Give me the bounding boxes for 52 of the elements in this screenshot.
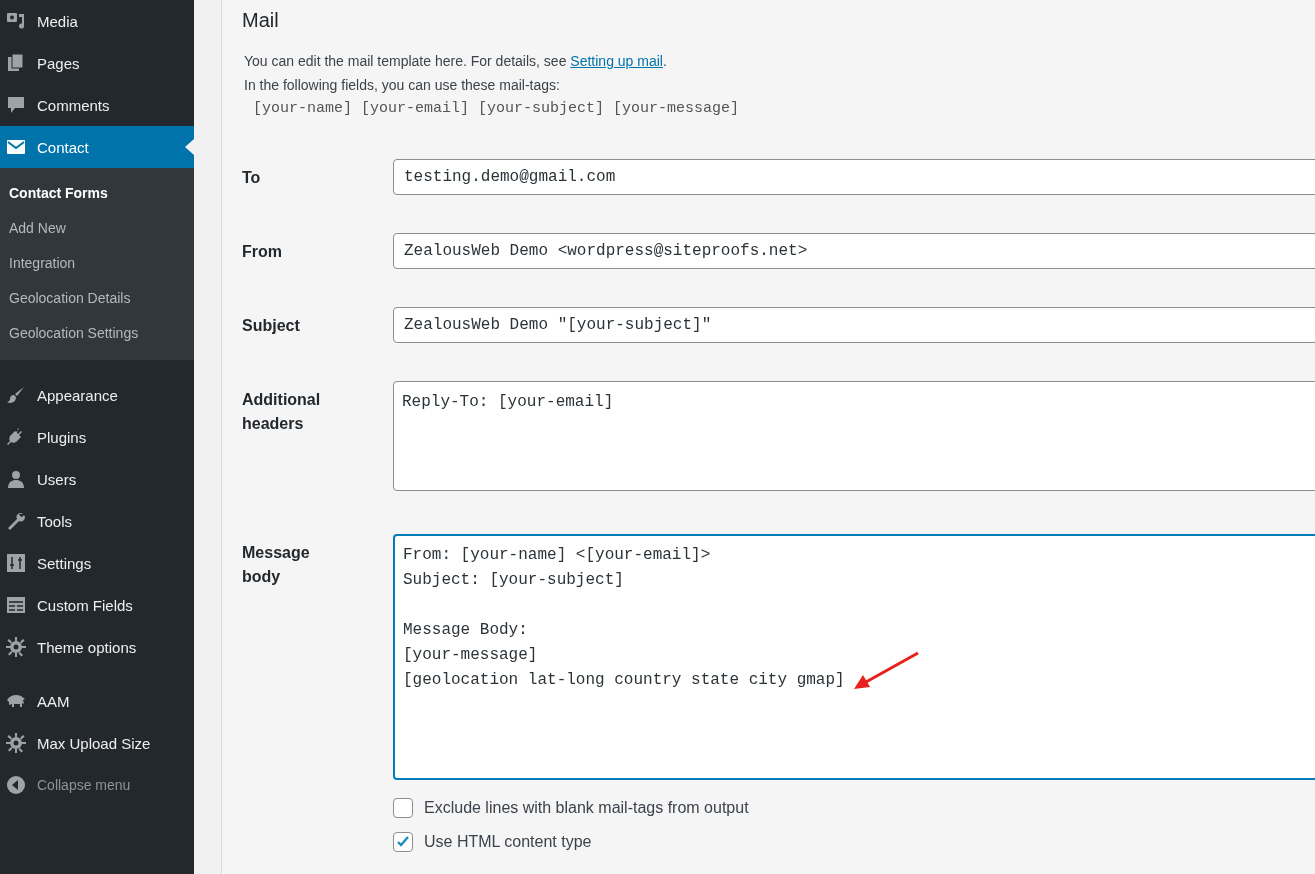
text-field[interactable]: testing.demo@gmail.com [393,159,1315,195]
table-icon [6,595,26,615]
checkbox-label: Exclude lines with blank mail-tags from output [424,799,749,817]
menu-item[interactable]: Tools [0,500,194,542]
wrench-icon [6,511,26,531]
gear-icon [6,637,26,657]
setting-up-mail-link[interactable]: Setting up mail [570,53,663,69]
gear-icon [6,733,26,753]
field-label: Additional headers [242,390,322,434]
field-label: From [242,242,283,262]
user-icon [6,469,26,489]
submenu-item[interactable]: Geolocation Settings [0,316,194,351]
arrow-annotation [854,651,919,689]
menu-item[interactable]: Custom Fields [0,584,194,626]
submenu-item[interactable]: Integration [0,246,194,281]
media-icon [6,11,26,31]
menu-item[interactable]: Comments [0,84,194,126]
menu-item[interactable]: Appearance [0,374,194,416]
speech-bubble-icon [6,95,26,115]
menu-item[interactable]: Settings [0,542,194,584]
field-label: Message body [242,543,311,587]
menu-item[interactable]: AAM [0,680,194,722]
checkbox[interactable] [393,798,413,818]
menu-item[interactable]: Users [0,458,194,500]
text-area[interactable]: From: [your-name] <[your-email]> Subject: [your-subject] Message Body: [your-message] [geolocation lat-long country state city gmap] [393,534,1315,780]
submenu-item[interactable]: Contact Forms [0,176,194,211]
checkbox[interactable] [393,832,413,852]
sliders-icon [6,553,26,573]
submenu-item[interactable]: Add New [0,211,194,246]
collapse-menu-button[interactable]: Collapse menu [0,764,194,806]
menu-item[interactable]: Pages [0,42,194,84]
text-field[interactable]: ZealousWeb Demo "[your-subject]" [393,307,1315,343]
text-area[interactable]: Reply-To: [your-email] [393,381,1315,491]
mail-tags-text: [your-name] [your-email] [your-subject] [your-message] [252,99,741,119]
envelope-icon [6,137,26,157]
menu-item[interactable]: Plugins [0,416,194,458]
pages-icon [6,53,26,73]
left-arrow-circle-icon [6,775,26,795]
paintbrush-icon [6,385,26,405]
menu-item[interactable]: Media [0,0,194,42]
menu-item[interactable]: Contact [0,126,194,168]
field-label: Subject [242,316,301,336]
text-field[interactable]: ZealousWeb Demo <wordpress@siteproofs.net> [393,233,1315,269]
submenu-item[interactable]: Geolocation Details [0,281,194,316]
menu-item[interactable]: Theme options [0,626,194,668]
description-text: In the following fields, you can use these mail-tags: [243,76,561,95]
description-text: You can edit the mail template here. For details, see Setting up mail. [243,52,668,71]
menu-item[interactable]: Max Upload Size [0,722,194,764]
checkbox-label: Use HTML content type [424,833,592,851]
section-heading: Mail [242,9,280,32]
field-label: To [242,168,262,188]
current-pointer [185,139,194,155]
